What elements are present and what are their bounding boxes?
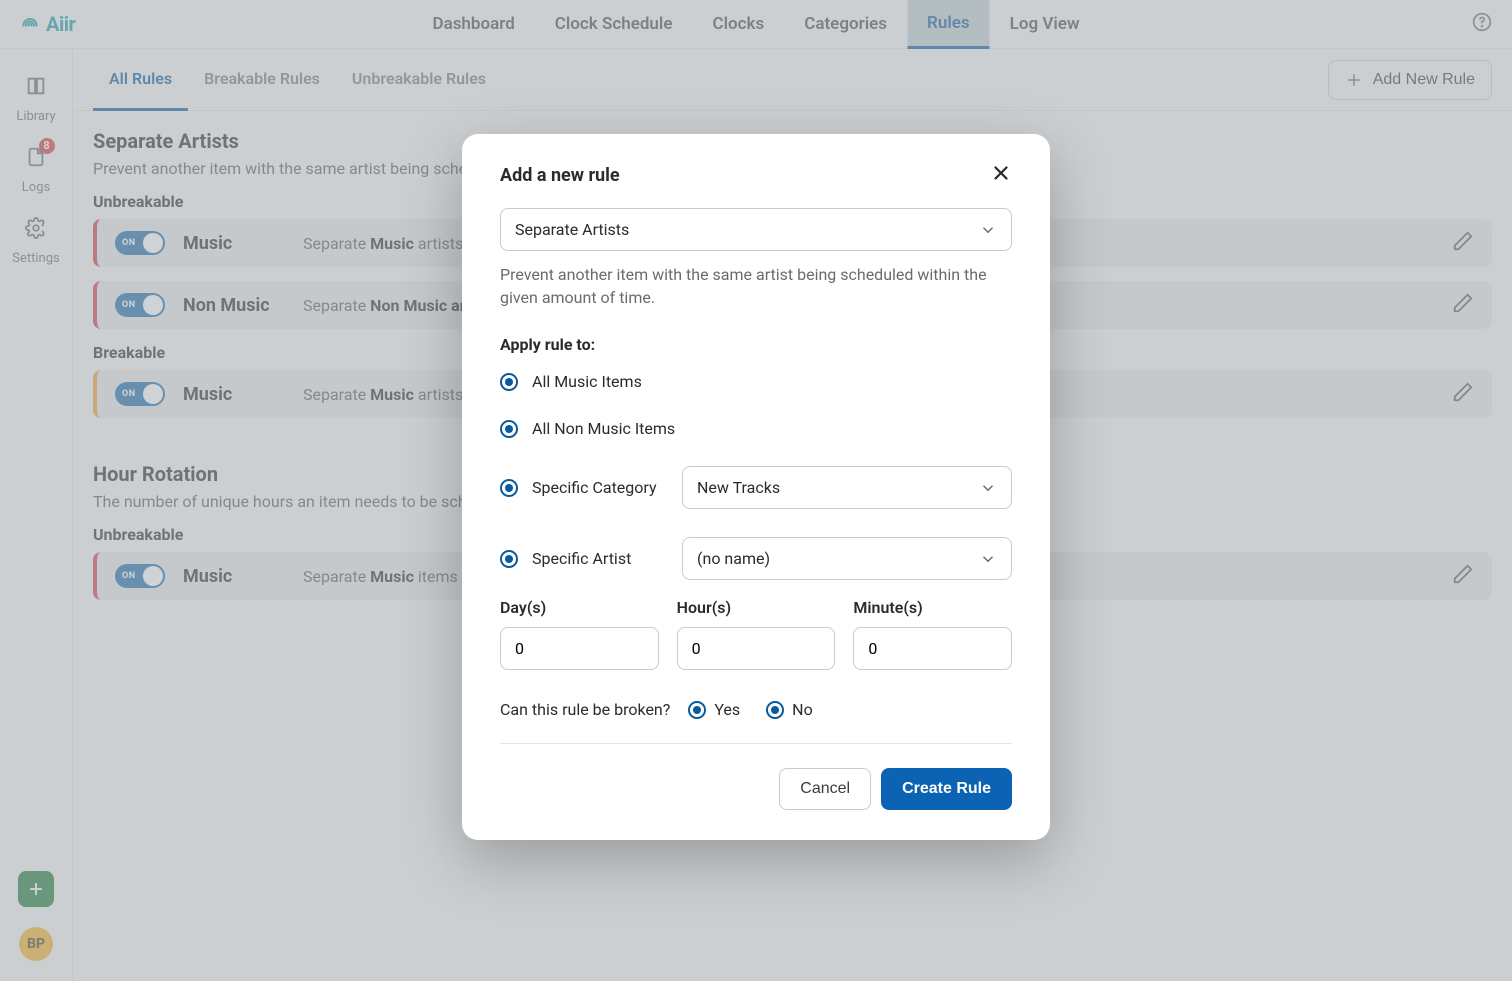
chevron-down-icon [979, 479, 997, 497]
chevron-down-icon [979, 221, 997, 239]
category-value: New Tracks [697, 478, 780, 497]
days-input[interactable] [500, 627, 659, 670]
modal-overlay[interactable]: Add a new rule Separate Artists Prevent … [0, 0, 1512, 981]
radio-label: Yes [714, 700, 740, 719]
breakable-no-option[interactable]: No [766, 700, 813, 719]
radio-label: Specific Category [532, 478, 657, 497]
radio-label: No [792, 700, 813, 719]
apply-rule-heading: Apply rule to: [500, 335, 1012, 354]
close-icon [990, 162, 1012, 184]
radio-input[interactable] [500, 420, 518, 438]
add-rule-modal: Add a new rule Separate Artists Prevent … [462, 134, 1050, 840]
radio-label: Specific Artist [532, 549, 631, 568]
rule-type-select[interactable]: Separate Artists [500, 208, 1012, 251]
category-select[interactable]: New Tracks [682, 466, 1012, 509]
hours-label: Hour(s) [677, 598, 836, 617]
cancel-button[interactable]: Cancel [779, 768, 871, 810]
minutes-label: Minute(s) [853, 598, 1012, 617]
artist-select[interactable]: (no name) [682, 537, 1012, 580]
minutes-input[interactable] [853, 627, 1012, 670]
radio-input[interactable] [688, 701, 706, 719]
radio-label: All Music Items [532, 372, 642, 391]
modal-close-button[interactable] [990, 162, 1012, 188]
modal-footer: Cancel Create Rule [500, 768, 1012, 810]
radio-input[interactable] [766, 701, 784, 719]
breakable-question: Can this rule be broken? [500, 700, 670, 719]
radio-all-non-music[interactable]: All Non Music Items [500, 419, 1012, 438]
duration-inputs: Day(s) Hour(s) Minute(s) [500, 598, 1012, 670]
radio-specific-category[interactable]: Specific Category New Tracks [500, 466, 1012, 509]
radio-label: All Non Music Items [532, 419, 675, 438]
create-rule-button[interactable]: Create Rule [881, 768, 1012, 810]
modal-title: Add a new rule [500, 165, 620, 186]
breakable-question-row: Can this rule be broken? Yes No [500, 700, 1012, 744]
radio-input[interactable] [500, 479, 518, 497]
radio-input[interactable] [500, 550, 518, 568]
hours-input[interactable] [677, 627, 836, 670]
radio-specific-artist[interactable]: Specific Artist (no name) [500, 537, 1012, 580]
days-label: Day(s) [500, 598, 659, 617]
chevron-down-icon [979, 550, 997, 568]
artist-value: (no name) [697, 549, 770, 568]
breakable-yes-option[interactable]: Yes [688, 700, 740, 719]
radio-all-music[interactable]: All Music Items [500, 372, 1012, 391]
radio-input[interactable] [500, 373, 518, 391]
rule-type-hint: Prevent another item with the same artis… [500, 263, 1012, 309]
rule-type-value: Separate Artists [515, 220, 629, 239]
